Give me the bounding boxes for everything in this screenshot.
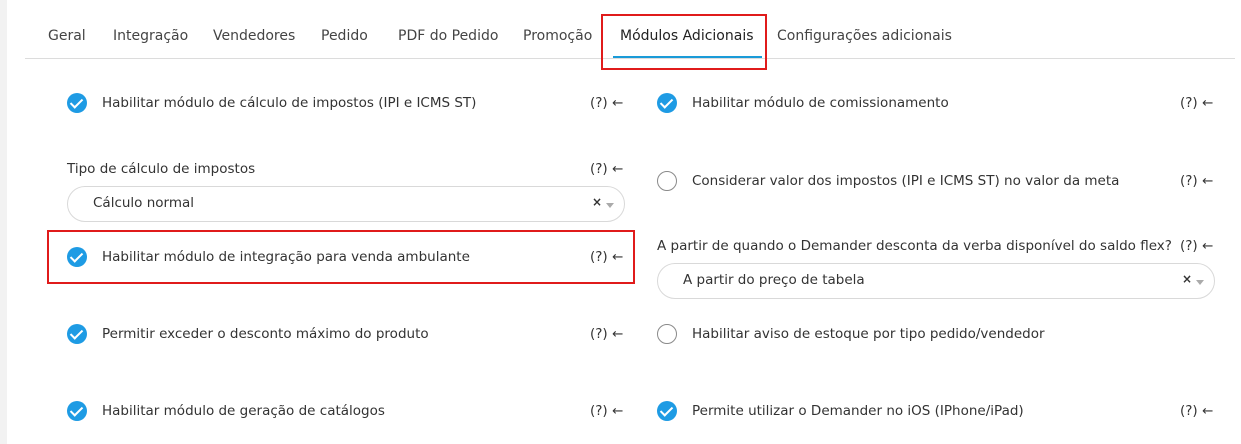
help-icon[interactable]: (?) ← bbox=[590, 161, 623, 177]
desconto-maximo-label: Permitir exceder o desconto máximo do pr… bbox=[102, 326, 429, 342]
aviso-estoque-toggle[interactable]: Habilitar aviso de estoque por tipo pedi… bbox=[657, 322, 1167, 348]
chevron-down-icon[interactable] bbox=[1196, 280, 1204, 285]
catalogos-toggle[interactable]: Habilitar módulo de geração de catálogos bbox=[67, 399, 587, 425]
verba-flex-select[interactable]: A partir do preço de tabela × bbox=[657, 263, 1215, 299]
help-icon[interactable]: (?) ← bbox=[1180, 403, 1213, 419]
clear-icon[interactable]: × bbox=[592, 195, 602, 209]
ios-label: Permite utilizar o Demander no iOS (IPho… bbox=[692, 403, 1024, 419]
checked-circle-icon[interactable] bbox=[67, 93, 87, 113]
tab-pdf-do-pedido[interactable]: PDF do Pedido bbox=[398, 14, 498, 58]
tab-geral[interactable]: Geral bbox=[48, 14, 86, 58]
chevron-down-icon[interactable] bbox=[606, 203, 614, 208]
venda-ambulante-toggle[interactable]: Habilitar módulo de integração para vend… bbox=[67, 245, 587, 271]
impostos-toggle[interactable]: Habilitar módulo de cálculo de impostos … bbox=[67, 91, 587, 117]
tab-vendedores[interactable]: Vendedores bbox=[213, 14, 295, 58]
clear-icon[interactable]: × bbox=[1182, 272, 1192, 286]
venda-ambulante-label: Habilitar módulo de integração para vend… bbox=[102, 249, 470, 265]
desconto-maximo-toggle[interactable]: Permitir exceder o desconto máximo do pr… bbox=[67, 322, 587, 348]
checked-circle-icon[interactable] bbox=[657, 93, 677, 113]
tipo-calculo-label: Tipo de cálculo de impostos bbox=[67, 161, 256, 177]
valor-impostos-meta-toggle[interactable]: Considerar valor dos impostos (IPI e ICM… bbox=[657, 169, 1167, 195]
tab-pedido[interactable]: Pedido bbox=[321, 14, 368, 58]
tipo-calculo-select[interactable]: Cálculo normal × bbox=[67, 186, 625, 222]
unchecked-circle-icon[interactable] bbox=[657, 324, 677, 344]
catalogos-label: Habilitar módulo de geração de catálogos bbox=[102, 403, 385, 419]
comissionamento-label: Habilitar módulo de comissionamento bbox=[692, 95, 949, 111]
valor-impostos-meta-label: Considerar valor dos impostos (IPI e ICM… bbox=[692, 173, 1120, 189]
verba-flex-label: A partir de quando o Demander desconta d… bbox=[657, 238, 1172, 254]
help-icon[interactable]: (?) ← bbox=[1180, 238, 1213, 254]
tipo-calculo-value: Cálculo normal bbox=[93, 195, 195, 211]
verba-flex-value: A partir do preço de tabela bbox=[683, 272, 865, 288]
tab-integracao[interactable]: Integração bbox=[113, 14, 188, 58]
help-icon[interactable]: (?) ← bbox=[590, 95, 623, 111]
checked-circle-icon[interactable] bbox=[67, 401, 87, 421]
checked-circle-icon[interactable] bbox=[657, 401, 677, 421]
impostos-label: Habilitar módulo de cálculo de impostos … bbox=[102, 95, 477, 111]
aviso-estoque-label: Habilitar aviso de estoque por tipo pedi… bbox=[692, 326, 1045, 342]
help-icon[interactable]: (?) ← bbox=[590, 326, 623, 342]
comissionamento-toggle[interactable]: Habilitar módulo de comissionamento bbox=[657, 91, 1167, 117]
active-tab-highlight-box bbox=[601, 14, 767, 70]
help-icon[interactable]: (?) ← bbox=[590, 403, 623, 419]
tab-configuracoes-adicionais[interactable]: Configurações adicionais bbox=[777, 14, 952, 58]
unchecked-circle-icon[interactable] bbox=[657, 171, 677, 191]
checked-circle-icon[interactable] bbox=[67, 324, 87, 344]
help-icon[interactable]: (?) ← bbox=[1180, 173, 1213, 189]
help-icon[interactable]: (?) ← bbox=[590, 249, 623, 265]
tab-promocao[interactable]: Promoção bbox=[523, 14, 592, 58]
ios-toggle[interactable]: Permite utilizar o Demander no iOS (IPho… bbox=[657, 399, 1167, 425]
help-icon[interactable]: (?) ← bbox=[1180, 95, 1213, 111]
checked-circle-icon[interactable] bbox=[67, 247, 87, 267]
